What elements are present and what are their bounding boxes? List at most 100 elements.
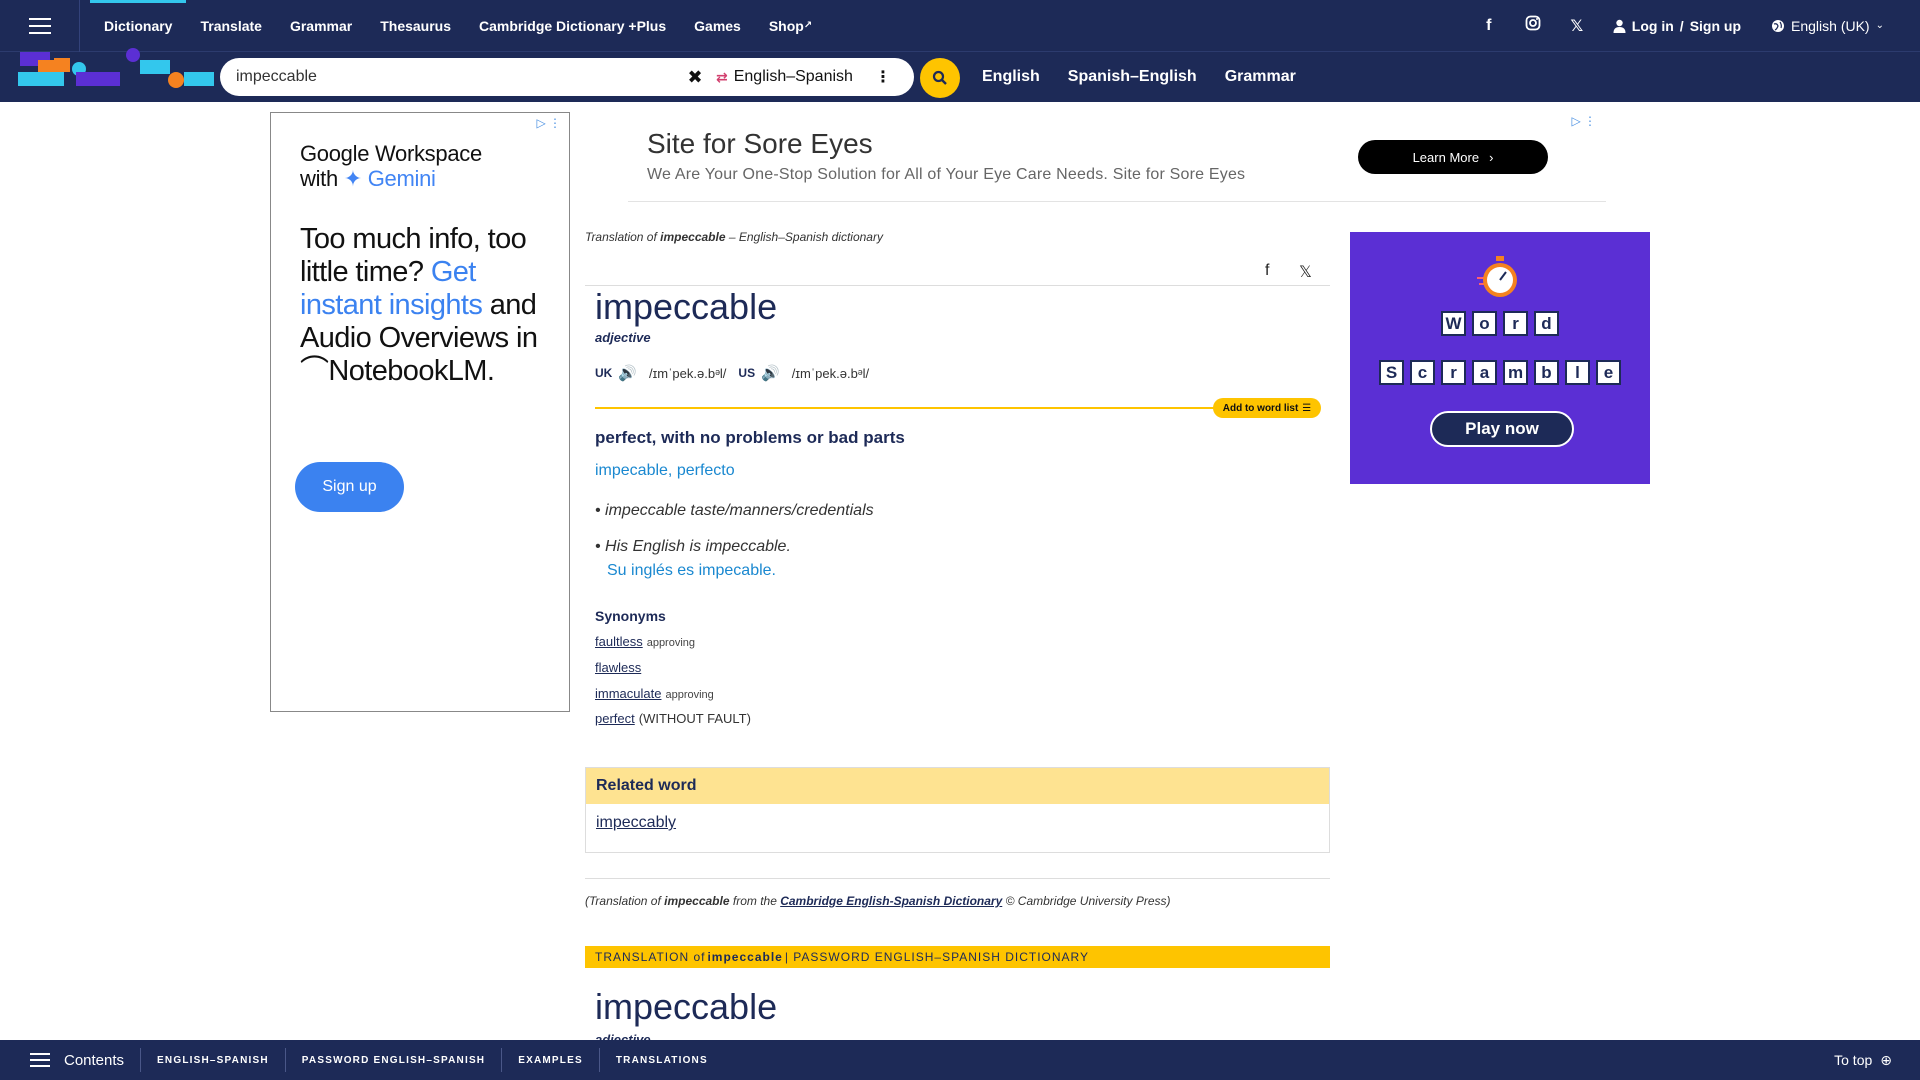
bottom-link-password[interactable]: PASSWORD ENGLISH–SPANISH bbox=[286, 1048, 503, 1072]
translation: impecable, perfecto bbox=[595, 462, 735, 479]
bottom-link-translations[interactable]: TRANSLATIONS bbox=[600, 1048, 724, 1072]
nav-grammar[interactable]: Grammar bbox=[276, 0, 366, 52]
synonym-note: approving bbox=[646, 637, 696, 649]
search-icon bbox=[932, 70, 947, 85]
dictionary-subnav: English Spanish–English Grammar bbox=[982, 52, 1296, 102]
ad-left-headline-d: NotebookLM. bbox=[328, 355, 495, 387]
credit-pre: (Translation of bbox=[585, 894, 665, 908]
dictionary-selector-label: English–Spanish bbox=[733, 68, 853, 85]
top-navigation-bar: Dictionary Translate Grammar Thesaurus C… bbox=[0, 0, 1920, 52]
synonym-link[interactable]: faultless bbox=[595, 634, 643, 649]
left-advertisement[interactable]: ▷ ⋮ Google Workspace with ✦ Gemini Too m… bbox=[270, 112, 570, 712]
sense-divider bbox=[595, 407, 1225, 409]
letter-tile: d bbox=[1534, 311, 1559, 336]
credit-source-link[interactable]: Cambridge English-Spanish Dictionary bbox=[780, 894, 1002, 908]
nav-thesaurus[interactable]: Thesaurus bbox=[366, 0, 465, 52]
pw-word: impeccable bbox=[707, 950, 783, 964]
external-link-icon: ↗ bbox=[803, 20, 813, 31]
bottom-link-examples[interactable]: EXAMPLES bbox=[502, 1048, 600, 1072]
clear-search-icon[interactable]: ✖ bbox=[680, 67, 710, 88]
ad-left-headline: Too much info, too little time? Get inst… bbox=[300, 223, 560, 388]
language-selector[interactable]: English (UK) ⌄ bbox=[1771, 18, 1884, 34]
related-word-box: Related word impeccably bbox=[585, 767, 1330, 853]
pronunciation: UK 🔊 /ɪmˈpek.ə.bᵊl/ US 🔊 /ɪmˈpek.ə.bᵊl/ bbox=[595, 364, 869, 382]
ad-left-headline-a: Too much info, too little time? bbox=[300, 223, 527, 288]
entry-breadcrumb-post: – English–Spanish dictionary bbox=[725, 230, 883, 244]
search-bar-row: ✖ ⇄ English–Spanish ⋮ English Spanish–En… bbox=[0, 48, 1920, 102]
uk-audio-speaker-icon[interactable]: 🔊 bbox=[618, 364, 637, 382]
synonym-link[interactable]: flawless bbox=[595, 660, 641, 675]
search-input[interactable] bbox=[236, 68, 676, 86]
language-label: English (UK) bbox=[1791, 17, 1870, 34]
synonym-note: approving bbox=[665, 689, 714, 701]
add-to-word-list-button[interactable]: Add to word list ☰ bbox=[1213, 398, 1321, 418]
to-top-button[interactable]: To top ⊕ bbox=[1834, 1052, 1892, 1069]
entry-breadcrumb: Translation of impeccable – English–Span… bbox=[585, 230, 1330, 244]
bottom-link-english-spanish[interactable]: ENGLISH–SPANISH bbox=[141, 1048, 286, 1072]
x-twitter-icon[interactable]: 𝕏 bbox=[1555, 16, 1599, 36]
notebooklm-icon: ⌒ bbox=[300, 355, 329, 387]
synonym-link[interactable]: immaculate bbox=[595, 686, 661, 701]
stopwatch-icon bbox=[1477, 256, 1517, 297]
us-audio-speaker-icon[interactable]: 🔊 bbox=[761, 364, 780, 382]
word-scramble-ad[interactable]: W o r d S c r a m b l e Play now bbox=[1350, 232, 1650, 484]
nav-translate[interactable]: Translate bbox=[186, 0, 275, 52]
ad-choices-icon[interactable]: ▷ ⋮ bbox=[536, 116, 561, 130]
ad-signup-button[interactable]: Sign up bbox=[295, 462, 404, 512]
subnav-grammar[interactable]: Grammar bbox=[1225, 68, 1296, 86]
letter-tile: l bbox=[1565, 360, 1590, 385]
example-2: • His English is impeccable. bbox=[595, 538, 791, 555]
synonyms-heading: Synonyms bbox=[595, 608, 666, 624]
headword-2: impeccable bbox=[595, 986, 778, 1027]
login-label[interactable]: Log in bbox=[1632, 18, 1674, 34]
search-button[interactable] bbox=[920, 58, 960, 98]
dictionary-entry: Translation of impeccable – English–Span… bbox=[585, 230, 1330, 1047]
hamburger-icon bbox=[30, 1053, 50, 1067]
uk-label: UK bbox=[595, 366, 613, 380]
facebook-share-icon[interactable]: f bbox=[1265, 262, 1269, 280]
definition: perfect, with no problems or bad parts bbox=[595, 428, 905, 447]
synonym-item: perfect (WITHOUT FAULT) bbox=[595, 711, 751, 726]
chevron-down-icon: ⌄ bbox=[1875, 20, 1884, 31]
menu-button[interactable] bbox=[0, 0, 80, 52]
chevron-right-icon: › bbox=[1489, 149, 1494, 165]
x-share-icon[interactable]: 𝕏 bbox=[1299, 262, 1312, 282]
credit-word: impeccable bbox=[664, 894, 730, 908]
main-nav: Dictionary Translate Grammar Thesaurus C… bbox=[90, 0, 826, 52]
related-word-link[interactable]: impeccably bbox=[586, 804, 1329, 832]
nav-games[interactable]: Games bbox=[680, 0, 755, 52]
letter-tile: S bbox=[1379, 360, 1404, 385]
play-now-button[interactable]: Play now bbox=[1430, 411, 1574, 447]
example-1: • impeccable taste/manners/credentials bbox=[595, 502, 874, 519]
ad-top-title: Site for Sore Eyes bbox=[647, 128, 873, 159]
us-label: US bbox=[738, 366, 756, 380]
ad-choices-icon[interactable]: ▷ ⋮ bbox=[1571, 114, 1596, 128]
us-ipa: /ɪmˈpek.ə.bᵊl/ bbox=[791, 365, 870, 381]
letter-tile: W bbox=[1441, 311, 1466, 336]
letter-tile: a bbox=[1472, 360, 1497, 385]
more-options-icon[interactable]: ⋮ bbox=[875, 67, 891, 87]
dictionary-selector[interactable]: ⇄ English–Spanish bbox=[716, 68, 853, 86]
ad-learn-more-button[interactable]: Learn More › bbox=[1358, 140, 1548, 174]
synonym-link[interactable]: perfect bbox=[595, 711, 635, 726]
globe-icon bbox=[1772, 19, 1785, 32]
facebook-icon[interactable]: f bbox=[1467, 17, 1511, 35]
contents-label: Contents bbox=[64, 1051, 125, 1069]
nav-dictionary[interactable]: Dictionary bbox=[90, 0, 187, 52]
contents-toggle[interactable]: Contents bbox=[30, 1048, 142, 1072]
login-signup[interactable]: Log in / Sign up bbox=[1613, 18, 1741, 34]
search-box: ✖ ⇄ English–Spanish ⋮ bbox=[220, 58, 914, 96]
top-advertisement[interactable]: ▷ ⋮ Site for Sore Eyes We Are Your One-S… bbox=[628, 112, 1606, 202]
signup-label[interactable]: Sign up bbox=[1690, 18, 1741, 34]
example-2-text: His English is impeccable. bbox=[605, 538, 791, 555]
instagram-icon[interactable] bbox=[1511, 15, 1555, 36]
letter-tile: m bbox=[1503, 360, 1528, 385]
ad-left-line2: with ✦ Gemini bbox=[300, 166, 482, 191]
nav-plus[interactable]: Cambridge Dictionary +Plus bbox=[465, 0, 680, 52]
cambridge-logo[interactable] bbox=[18, 48, 218, 102]
part-of-speech: adjective bbox=[595, 330, 651, 345]
nav-shop[interactable]: Shop ↗ bbox=[755, 0, 826, 52]
subnav-spanish-english[interactable]: Spanish–English bbox=[1068, 68, 1197, 86]
add-to-word-list-label: Add to word list bbox=[1222, 402, 1299, 414]
subnav-english[interactable]: English bbox=[982, 68, 1040, 86]
